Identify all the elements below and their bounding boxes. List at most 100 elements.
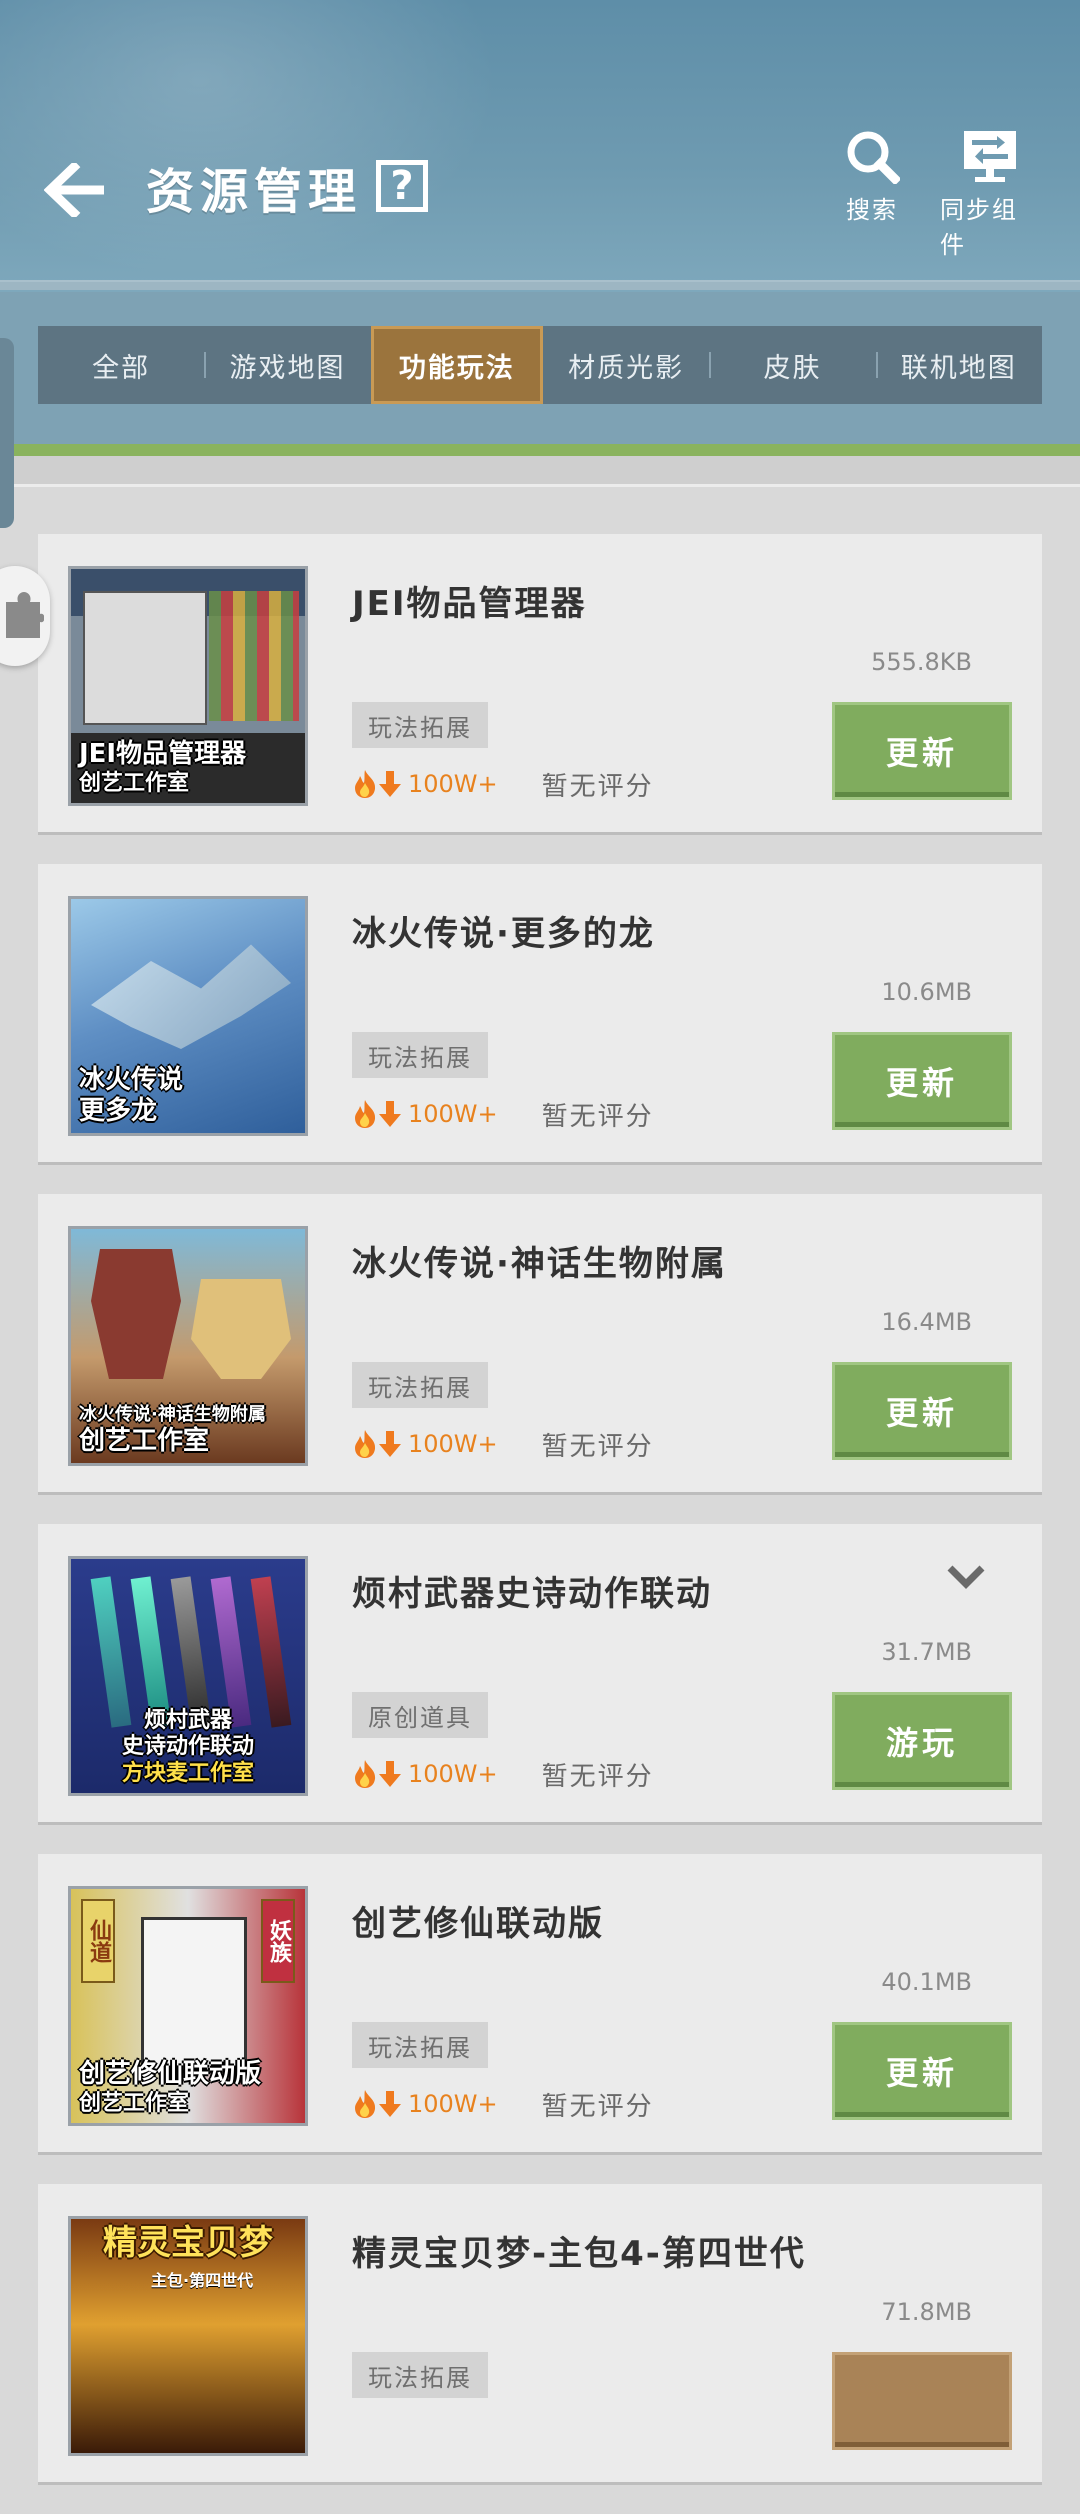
update-button[interactable]: 更新	[832, 1032, 1012, 1130]
thumbnail-subtitle: 主包·第四世代	[151, 2271, 254, 2290]
rating-text: 暂无评分	[541, 771, 654, 802]
resource-card[interactable]: 冰火传说·神话生物附属 创艺工作室 冰火传说·神话生物附属 16.4MB 玩法拓…	[38, 1194, 1042, 1492]
resource-size: 555.8KB	[871, 648, 972, 676]
thumbnail-caption-line: 创艺工作室	[79, 2090, 190, 2116]
rating-text: 暂无评分	[541, 1101, 654, 1132]
thumbnail-caption-line: 方块麦工作室	[121, 1760, 254, 1786]
thumbnail-caption-line: 冰火传说·神话生物附属	[79, 1404, 266, 1426]
resource-size: 16.4MB	[881, 1308, 972, 1336]
update-button[interactable]: 更新	[832, 1362, 1012, 1460]
help-button[interactable]: ?	[376, 160, 428, 212]
rating-text: 暂无评分	[541, 1431, 654, 1462]
resource-size: 31.7MB	[881, 1638, 972, 1666]
resource-name: 冰火传说·神话生物附属	[352, 1244, 727, 1284]
download-count: 100W+	[408, 1100, 498, 1128]
category-tabs: 全部 游戏地图 功能玩法 材质光影 皮肤 联机地图	[38, 326, 1042, 404]
tab-gameplay[interactable]: 功能玩法	[370, 326, 543, 404]
resource-card[interactable]: 烦村武器 史诗动作联动 方块麦工作室 烦村武器史诗动作联动 31.7MB 原创道…	[38, 1524, 1042, 1822]
update-button[interactable]: 更新	[832, 702, 1012, 800]
thumbnail-caption-line: JEI物品管理器	[79, 739, 247, 770]
rating-text: 暂无评分	[541, 1761, 654, 1792]
resource-list: JEI物品管理器 创艺工作室 JEI物品管理器 555.8KB 玩法拓展 100…	[38, 534, 1042, 2514]
thumbnail-caption: 冰火传说 更多龙	[71, 1059, 305, 1133]
resource-stats: 100W+ 暂无评分	[352, 766, 654, 802]
download-count: 100W+	[408, 770, 498, 798]
resource-tag: 原创道具	[352, 1692, 488, 1738]
download-count: 100W+	[408, 1760, 498, 1788]
resource-size: 40.1MB	[881, 1968, 972, 1996]
resource-name: 精灵宝贝梦-主包4-第四世代	[352, 2234, 806, 2274]
fire-icon	[352, 1099, 378, 1129]
download-count: 100W+	[408, 1430, 498, 1458]
resource-stats: 100W+ 暂无评分	[352, 1756, 654, 1792]
download-icon	[378, 1100, 402, 1128]
tab-textures-shaders[interactable]: 材质光影	[543, 326, 709, 404]
tab-skins[interactable]: 皮肤	[709, 326, 875, 404]
top-header: 资源管理 ? 搜索 同步组件	[0, 0, 1080, 292]
thumbnail-item-grid	[209, 591, 299, 721]
thumbnail-caption-line: 史诗动作联动	[121, 1734, 254, 1760]
resource-thumbnail: 冰火传说 更多龙	[68, 896, 308, 1136]
tab-bar-area: 全部 游戏地图 功能玩法 材质光影 皮肤 联机地图	[0, 292, 1080, 444]
expand-chevron-button[interactable]	[946, 1562, 986, 1592]
search-button[interactable]: 搜索	[836, 128, 908, 225]
resource-stats: 100W+ 暂无评分	[352, 1426, 654, 1462]
download-icon	[378, 1760, 402, 1788]
download-icon	[378, 1430, 402, 1458]
resource-tag: 玩法拓展	[352, 1032, 488, 1078]
tab-all[interactable]: 全部	[38, 326, 204, 404]
resource-stats: 100W+ 暂无评分	[352, 1096, 654, 1132]
thumbnail-side-label: 妖族	[261, 1899, 295, 1983]
resource-name: JEI物品管理器	[352, 584, 587, 624]
resource-tag: 玩法拓展	[352, 1362, 488, 1408]
thumbnail-inventory-panel	[83, 591, 207, 725]
sync-components-button[interactable]: 同步组件	[940, 128, 1040, 260]
chevron-down-icon	[947, 1565, 985, 1589]
list-top-divider	[0, 456, 1080, 487]
resource-stats: 100W+ 暂无评分	[352, 2086, 654, 2122]
resource-thumbnail: 冰火传说·神话生物附属 创艺工作室	[68, 1226, 308, 1466]
back-button[interactable]	[36, 150, 116, 230]
resource-thumbnail: JEI物品管理器 创艺工作室	[68, 566, 308, 806]
monitor-sync-icon	[964, 131, 1016, 182]
fire-icon	[352, 769, 378, 799]
resource-card[interactable]: 冰火传说 更多龙 冰火传说·更多的龙 10.6MB 玩法拓展 100W+ 暂无评…	[38, 864, 1042, 1162]
floating-plugin-button[interactable]	[0, 566, 50, 666]
thumbnail-caption: 创艺修仙联动版 创艺工作室	[71, 2053, 305, 2123]
side-drawer-handle[interactable]	[0, 338, 14, 528]
thumbnail-caption-line: 创艺工作室	[79, 1425, 210, 1456]
thumbnail-caption-line: 创艺工作室	[79, 770, 190, 796]
download-count: 100W+	[408, 2090, 498, 2118]
action-button[interactable]	[832, 2352, 1012, 2450]
thumbnail-creature	[191, 1279, 291, 1379]
download-icon	[378, 2090, 402, 2118]
resource-thumbnail: 精灵宝贝梦 主包·第四世代	[68, 2216, 308, 2456]
search-icon	[847, 131, 900, 184]
fire-icon	[352, 1759, 378, 1789]
play-button[interactable]: 游玩	[832, 1692, 1012, 1790]
thumbnail-side-label: 仙道	[81, 1899, 115, 1983]
update-button[interactable]: 更新	[832, 2022, 1012, 2120]
thumbnail-character	[141, 1917, 247, 2073]
thumbnail-caption: 烦村武器 史诗动作联动 方块麦工作室	[71, 1702, 305, 1793]
download-icon	[378, 770, 402, 798]
resource-card[interactable]: 精灵宝贝梦 主包·第四世代 精灵宝贝梦-主包4-第四世代 71.8MB 玩法拓展	[38, 2184, 1042, 2482]
resource-card[interactable]: 仙道 妖族 创艺修仙联动版 创艺工作室 创艺修仙联动版 40.1MB 玩法拓展 …	[38, 1854, 1042, 2152]
search-label: 搜索	[846, 196, 898, 224]
resource-card[interactable]: JEI物品管理器 创艺工作室 JEI物品管理器 555.8KB 玩法拓展 100…	[38, 534, 1042, 832]
resource-tag: 玩法拓展	[352, 2022, 488, 2068]
resource-tag: 玩法拓展	[352, 702, 488, 748]
resource-tag: 玩法拓展	[352, 2352, 488, 2398]
tab-game-maps[interactable]: 游戏地图	[204, 326, 370, 404]
rating-text: 暂无评分	[541, 2091, 654, 2122]
thumbnail-creature	[91, 1249, 181, 1379]
thumbnail-caption-line: 冰火传说	[79, 1064, 184, 1095]
thumbnail-caption: 冰火传说·神话生物附属 创艺工作室	[71, 1398, 305, 1463]
resource-size: 10.6MB	[881, 978, 972, 1006]
fire-icon	[352, 1429, 378, 1459]
header-divider	[0, 280, 1080, 290]
resource-thumbnail: 仙道 妖族 创艺修仙联动版 创艺工作室	[68, 1886, 308, 2126]
tab-multiplayer-maps[interactable]: 联机地图	[875, 326, 1042, 404]
thumbnail-caption: JEI物品管理器 创艺工作室	[71, 733, 305, 803]
resource-thumbnail: 烦村武器 史诗动作联动 方块麦工作室	[68, 1556, 308, 1796]
